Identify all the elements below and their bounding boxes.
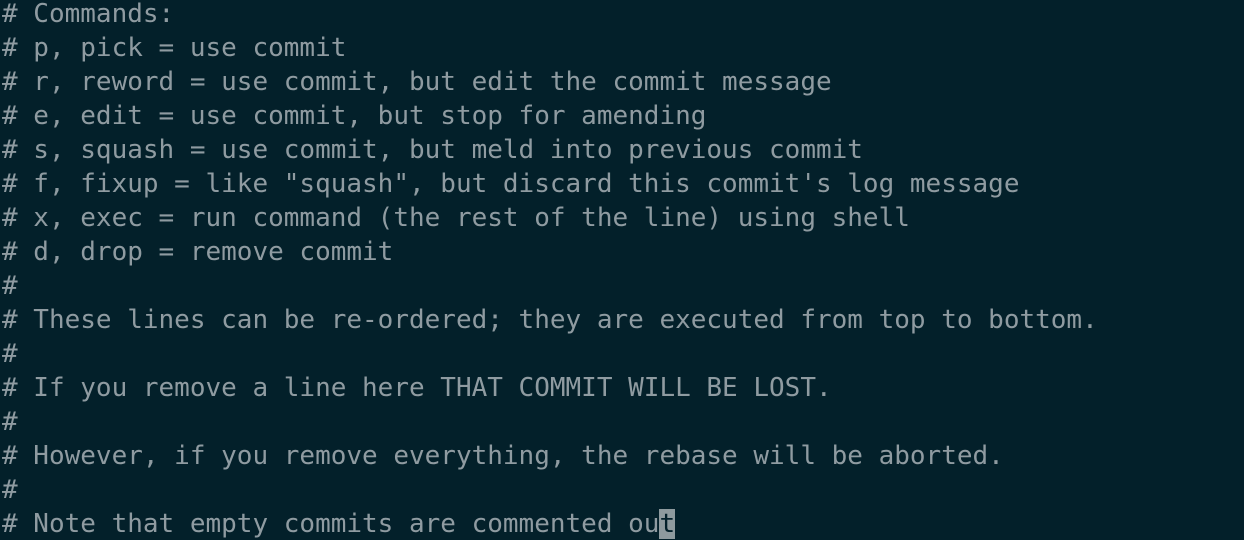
- editor-line: # These lines can be re-ordered; they ar…: [2, 305, 1098, 335]
- line-text: # Note that empty commits are commented …: [2, 509, 660, 539]
- editor-line: #: [2, 475, 18, 505]
- text-editor[interactable]: # Commands: # p, pick = use commit # r, …: [0, 0, 1244, 540]
- editor-line: # d, drop = remove commit: [2, 237, 394, 267]
- editor-line: #: [2, 407, 18, 437]
- editor-line-current: # Note that empty commits are commented …: [0, 507, 1244, 540]
- editor-line: # Commands:: [2, 0, 175, 29]
- editor-line: # If you remove a line here THAT COMMIT …: [2, 373, 832, 403]
- editor-line: # s, squash = use commit, but meld into …: [2, 135, 863, 165]
- editor-line: # r, reword = use commit, but edit the c…: [2, 67, 832, 97]
- editor-line: # However, if you remove everything, the…: [2, 441, 1004, 471]
- editor-line: # x, exec = run command (the rest of the…: [2, 203, 910, 233]
- text-cursor: t: [659, 509, 676, 539]
- editor-line: # f, fixup = like "squash", but discard …: [2, 169, 1020, 199]
- editor-line: # p, pick = use commit: [2, 33, 347, 63]
- editor-line: #: [2, 271, 18, 301]
- editor-line: # e, edit = use commit, but stop for ame…: [2, 101, 707, 131]
- editor-line: #: [2, 339, 18, 369]
